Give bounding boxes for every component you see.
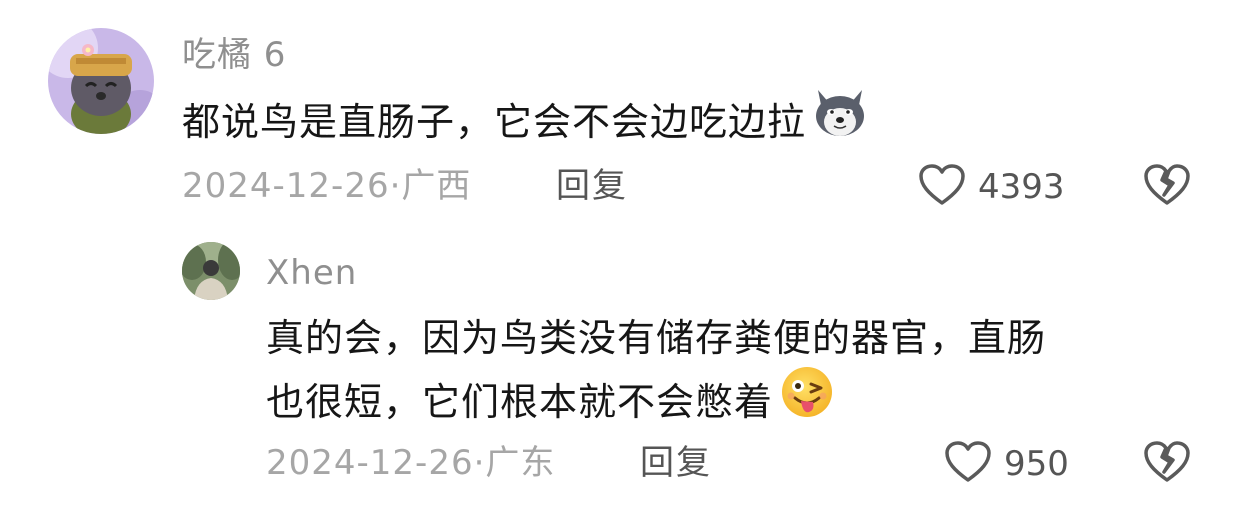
avatar-image (182, 242, 240, 300)
like-count: 4393 (978, 167, 1065, 207)
comment-meta: 2024-12-26·广西 (182, 169, 471, 203)
meta-separator: · (473, 443, 486, 483)
comment-body-line-1: 真的会，因为鸟类没有储存粪便的器官，直肠 (266, 316, 1047, 360)
comment-date: 2024-12-26 (182, 166, 390, 206)
heart-icon (918, 163, 966, 211)
comment-meta: 2024-12-26·广东 (266, 446, 555, 480)
dislike-button[interactable] (1143, 440, 1191, 488)
avatar-image (48, 28, 154, 134)
comment-date: 2024-12-26 (266, 443, 474, 483)
comment-body-line-2: 也很短，它们根本就不会憋着 (266, 380, 774, 424)
reply-button[interactable]: 回复 (556, 169, 628, 203)
avatar[interactable] (182, 242, 240, 300)
comment-text: 都说鸟是直肠子，它会不会边吃边拉 (182, 90, 1082, 159)
like-button[interactable]: 4393 (918, 163, 1065, 211)
heart-icon (944, 440, 992, 488)
comment-body: 都说鸟是直肠子，它会不会边吃边拉 (182, 100, 807, 144)
broken-heart-icon (1143, 441, 1191, 488)
meta-separator: · (389, 166, 402, 206)
username[interactable]: 吃橘 6 (182, 38, 286, 72)
like-button[interactable]: 950 (944, 440, 1069, 488)
comment-text: 真的会，因为鸟类没有储存粪便的器官，直肠 也很短，它们根本就不会憋着 (266, 308, 1206, 441)
reply-button[interactable]: 回复 (640, 446, 712, 480)
like-count: 950 (1004, 444, 1069, 484)
comment-location: 广东 (485, 443, 556, 483)
broken-heart-icon (1143, 164, 1191, 211)
username[interactable]: Xhen (266, 256, 357, 290)
husky-emoji-icon (812, 86, 868, 155)
dislike-button[interactable] (1143, 163, 1191, 211)
comment-body-line-2-wrap: 也很短，它们根本就不会憋着 (266, 367, 1206, 441)
comment-location: 广西 (401, 166, 472, 206)
avatar[interactable] (48, 28, 154, 134)
tongue-wink-emoji-icon (779, 364, 835, 437)
